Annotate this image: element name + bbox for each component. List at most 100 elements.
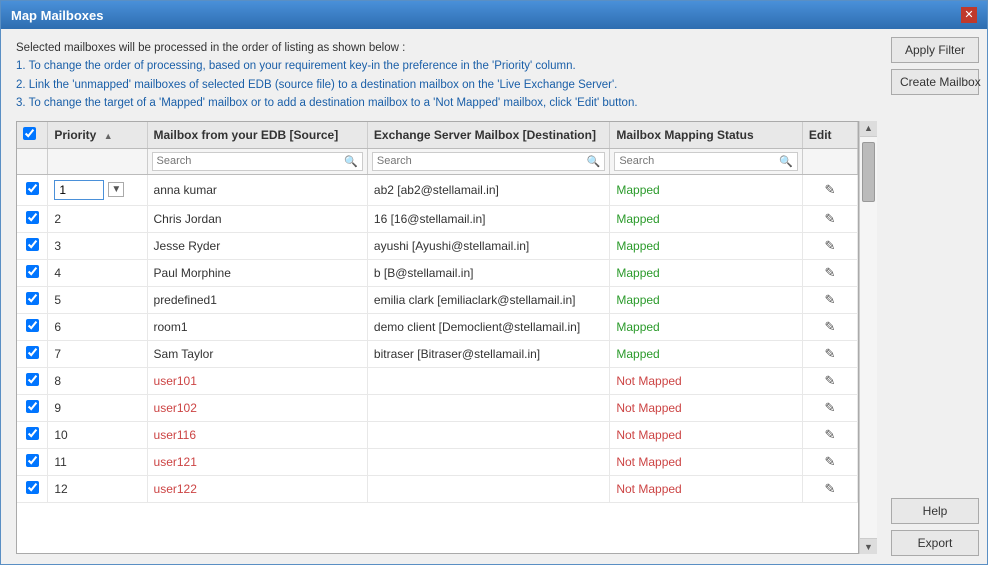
- help-button[interactable]: Help: [891, 498, 979, 524]
- step1-text: 1. To change the order of processing, ba…: [16, 57, 877, 75]
- edit-icon[interactable]: ✎: [824, 481, 835, 496]
- row-checkbox[interactable]: [26, 265, 39, 278]
- dest-search-input[interactable]: [377, 155, 587, 167]
- priority-input[interactable]: [54, 180, 104, 200]
- row-priority-cell: 12: [48, 475, 147, 502]
- scroll-down-arrow[interactable]: ▼: [860, 538, 877, 554]
- row-source-cell: Paul Morphine: [147, 259, 367, 286]
- main-panel: Selected mailboxes will be processed in …: [1, 29, 887, 564]
- header-checkbox-col: [17, 122, 48, 149]
- row-checkbox-cell: [17, 448, 48, 475]
- row-checkbox[interactable]: [26, 454, 39, 467]
- table-row: 6 room1 demo client [Democlient@stellama…: [17, 313, 858, 340]
- edit-icon[interactable]: ✎: [824, 427, 835, 442]
- header-priority: Priority ▲: [48, 122, 147, 149]
- row-edit-cell: ✎: [802, 340, 857, 367]
- row-edit-cell: ✎: [802, 475, 857, 502]
- table-body: ▼ anna kumar ab2 [ab2@stellamail.in] Map…: [17, 174, 858, 502]
- row-source-cell: anna kumar: [147, 174, 367, 205]
- row-checkbox[interactable]: [26, 292, 39, 305]
- row-status-cell: Not Mapped: [610, 448, 803, 475]
- status-search-input[interactable]: [619, 155, 779, 167]
- row-checkbox-cell: [17, 205, 48, 232]
- row-priority-cell: 2: [48, 205, 147, 232]
- source-search-input[interactable]: [157, 155, 345, 167]
- row-edit-cell: ✎: [802, 286, 857, 313]
- row-checkbox[interactable]: [26, 211, 39, 224]
- status-badge: Mapped: [616, 320, 659, 334]
- priority-value: 10: [54, 428, 67, 442]
- row-checkbox[interactable]: [26, 238, 39, 251]
- scroll-track[interactable]: [860, 137, 877, 538]
- priority-dropdown[interactable]: ▼: [108, 182, 124, 197]
- apply-filter-button[interactable]: Apply Filter: [891, 37, 979, 63]
- dest-search-icon: 🔍: [587, 155, 601, 168]
- row-priority-cell: 11: [48, 448, 147, 475]
- export-button[interactable]: Export: [891, 530, 979, 556]
- status-badge: Mapped: [616, 347, 659, 361]
- status-search-cell: 🔍: [614, 152, 798, 171]
- destination-value: b [B@stellamail.in]: [374, 266, 474, 280]
- row-checkbox-cell: [17, 340, 48, 367]
- priority-value: 2: [54, 212, 61, 226]
- row-priority-cell: 10: [48, 421, 147, 448]
- priority-value: 8: [54, 374, 61, 388]
- close-button[interactable]: ✕: [961, 7, 977, 23]
- row-checkbox-cell: [17, 259, 48, 286]
- edit-icon[interactable]: ✎: [824, 319, 835, 334]
- create-mailbox-button[interactable]: Create Mailbox: [891, 69, 979, 95]
- instructions: Selected mailboxes will be processed in …: [16, 39, 877, 113]
- step2-text: 2. Link the 'unmapped' mailboxes of sele…: [16, 76, 877, 94]
- row-destination-cell: 16 [16@stellamail.in]: [367, 205, 609, 232]
- row-destination-cell: bitraser [Bitraser@stellamail.in]: [367, 340, 609, 367]
- row-checkbox[interactable]: [26, 373, 39, 386]
- search-priority-col: [48, 148, 147, 174]
- edit-icon[interactable]: ✎: [824, 400, 835, 415]
- edit-icon[interactable]: ✎: [824, 346, 835, 361]
- search-checkbox-col: [17, 148, 48, 174]
- row-checkbox[interactable]: [26, 400, 39, 413]
- row-edit-cell: ✎: [802, 232, 857, 259]
- row-checkbox[interactable]: [26, 346, 39, 359]
- row-checkbox-cell: [17, 286, 48, 313]
- edit-icon[interactable]: ✎: [824, 265, 835, 280]
- row-edit-cell: ✎: [802, 367, 857, 394]
- table-scroll[interactable]: Priority ▲ Mailbox from your EDB [Source…: [17, 122, 858, 553]
- priority-value: 12: [54, 482, 67, 496]
- edit-icon[interactable]: ✎: [824, 373, 835, 388]
- row-checkbox[interactable]: [26, 319, 39, 332]
- row-priority-cell: 4: [48, 259, 147, 286]
- status-badge: Not Mapped: [616, 374, 681, 388]
- edit-icon[interactable]: ✎: [824, 211, 835, 226]
- table-row: 11 user121 Not Mapped ✎: [17, 448, 858, 475]
- edit-icon[interactable]: ✎: [824, 182, 835, 197]
- destination-value: ab2 [ab2@stellamail.in]: [374, 183, 499, 197]
- edit-icon[interactable]: ✎: [824, 454, 835, 469]
- source-search-cell: 🔍: [152, 152, 363, 171]
- table-row: 10 user116 Not Mapped ✎: [17, 421, 858, 448]
- row-priority-cell: 3: [48, 232, 147, 259]
- row-checkbox[interactable]: [26, 427, 39, 440]
- select-all-checkbox[interactable]: [23, 127, 36, 140]
- row-source-cell: Jesse Ryder: [147, 232, 367, 259]
- row-edit-cell: ✎: [802, 313, 857, 340]
- row-checkbox[interactable]: [26, 481, 39, 494]
- edit-icon[interactable]: ✎: [824, 238, 835, 253]
- edit-icon[interactable]: ✎: [824, 292, 835, 307]
- row-source-cell: room1: [147, 313, 367, 340]
- source-name: Jesse Ryder: [154, 239, 221, 253]
- source-name: room1: [154, 320, 188, 334]
- row-priority-cell: 7: [48, 340, 147, 367]
- table-wrapper: Priority ▲ Mailbox from your EDB [Source…: [16, 121, 877, 554]
- row-status-cell: Mapped: [610, 313, 803, 340]
- row-source-cell: user102: [147, 394, 367, 421]
- title-bar: Map Mailboxes ✕: [1, 1, 987, 29]
- table-row: 7 Sam Taylor bitraser [Bitraser@stellama…: [17, 340, 858, 367]
- scroll-up-arrow[interactable]: ▲: [860, 121, 877, 137]
- table-row: 2 Chris Jordan 16 [16@stellamail.in] Map…: [17, 205, 858, 232]
- row-checkbox-cell: [17, 174, 48, 205]
- scroll-thumb[interactable]: [862, 142, 875, 202]
- row-destination-cell: [367, 421, 609, 448]
- row-checkbox[interactable]: [26, 182, 39, 195]
- dest-search-cell: 🔍: [372, 152, 605, 171]
